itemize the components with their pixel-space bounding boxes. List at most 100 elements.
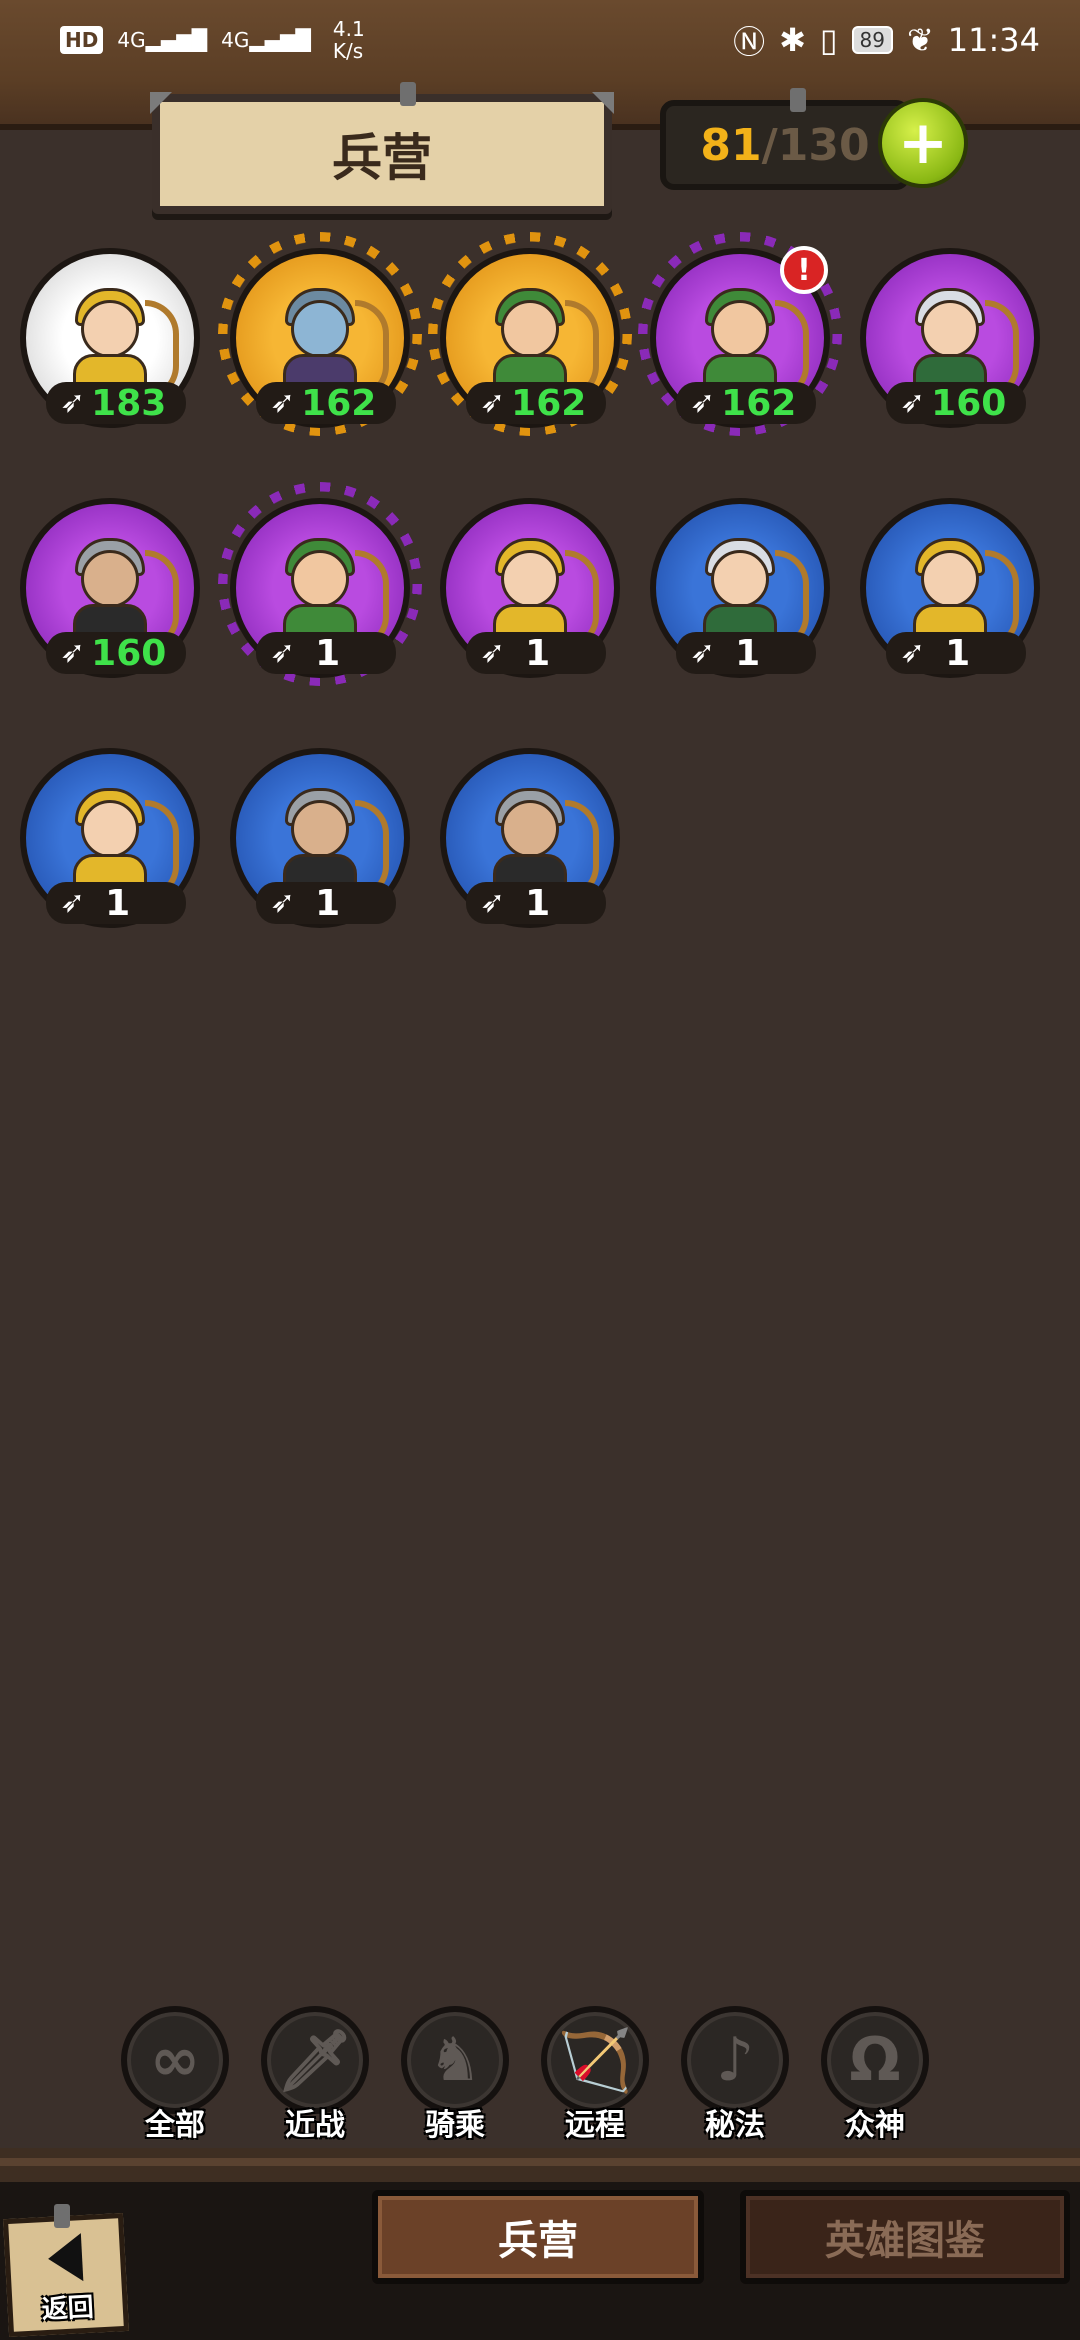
signal-label-1: 4G: [117, 28, 146, 52]
hero-card[interactable]: ➶ 162: [220, 238, 420, 438]
filter-label: 骑乘: [425, 2108, 485, 2143]
filter-label: 众神: [845, 2108, 905, 2143]
signal-label-2: 4G: [221, 28, 250, 52]
hero-count: 1: [315, 632, 341, 674]
capacity-current: 81: [700, 119, 762, 171]
signal-icon: 4G▂▄▆█: [117, 28, 208, 52]
alert-badge: !: [780, 246, 828, 294]
hero-count: 183: [91, 382, 167, 424]
bow-icon: ➶: [690, 385, 716, 420]
hero-card[interactable]: ➶ 160: [10, 488, 210, 688]
hero-count: 1: [525, 882, 551, 924]
vibrate-icon: ▯: [819, 21, 838, 59]
hero-count-tag: ➶ 1: [466, 632, 606, 674]
back-label: 返回: [41, 2292, 95, 2326]
capacity-max: 130: [777, 119, 870, 171]
hero-card[interactable]: ➶ 1: [430, 738, 630, 938]
add-capacity-button[interactable]: +: [878, 98, 968, 188]
bluetooth-icon: ✱: [779, 21, 806, 59]
bow-icon: ➶: [60, 885, 86, 920]
hero-card[interactable]: ➶ 1: [640, 488, 840, 688]
hero-count-tag: ➶ 1: [886, 632, 1026, 674]
capacity-counter: 81 / 130: [660, 100, 910, 190]
hero-count: 1: [105, 882, 131, 924]
hd-indicator: HD: [60, 26, 104, 54]
hero-count-tag: ➶ 162: [676, 382, 816, 424]
filter-label: 近战: [285, 2108, 345, 2143]
bow-icon: ➶: [480, 885, 506, 920]
hero-count-tag: ➶ 1: [466, 882, 606, 924]
back-button[interactable]: 返回: [2, 2212, 130, 2338]
page-title: 兵营: [332, 129, 432, 187]
bow-icon: ➶: [690, 635, 716, 670]
hero-card[interactable]: ➶ 1: [220, 488, 420, 688]
hero-card[interactable]: ➶ 1: [430, 488, 630, 688]
filter-1[interactable]: 🗡 近战: [260, 2006, 370, 2146]
hero-count-tag: ➶ 1: [46, 882, 186, 924]
hero-card[interactable]: ➶ 183: [10, 238, 210, 438]
status-bar: HD 4G▂▄▆█ 4G▂▄▆█ 4.1 K/s Ⓝ ✱ ▯ 89 ❦ 11:3…: [0, 0, 1080, 80]
title-plaque: 兵营: [152, 94, 612, 214]
hero-card[interactable]: ➶ 1: [850, 488, 1050, 688]
hero-count-tag: ➶ 183: [46, 382, 186, 424]
tab-hero-codex-label: 英雄图鉴: [825, 2218, 985, 2264]
filter-3[interactable]: 🏹 远程: [540, 2006, 650, 2146]
filter-4[interactable]: ♪ 秘法: [680, 2006, 790, 2146]
hero-count-tag: ➶ 162: [466, 382, 606, 424]
hero-count-tag: ➶ 1: [676, 632, 816, 674]
hero-count: 162: [511, 382, 587, 424]
hero-count-tag: ➶ 160: [886, 382, 1026, 424]
bow-icon: 🏹: [541, 2006, 649, 2114]
hero-card[interactable]: ➶ 160: [850, 238, 1050, 438]
hero-card[interactable]: ➶ 1: [220, 738, 420, 938]
bow-icon: ➶: [270, 385, 296, 420]
filter-5[interactable]: Ω 众神: [820, 2006, 930, 2146]
nail-icon: [790, 88, 806, 112]
back-arrow-icon: [46, 2233, 84, 2283]
hero-count: 162: [301, 382, 377, 424]
bow-icon: ➶: [480, 385, 506, 420]
filter-label: 全部: [145, 2108, 205, 2143]
tab-barracks[interactable]: 兵营: [372, 2190, 704, 2284]
signal-icon-2: 4G▂▄▆█: [221, 28, 311, 52]
hero-count-tag: ➶ 160: [46, 632, 186, 674]
hero-card[interactable]: ➶ 162: [430, 238, 630, 438]
status-right: Ⓝ ✱ ▯ 89 ❦ 11:34: [733, 17, 1040, 63]
tab-hero-codex[interactable]: 英雄图鉴: [740, 2190, 1070, 2284]
bow-icon: ➶: [60, 635, 86, 670]
nfc-icon: Ⓝ: [733, 23, 766, 61]
leaf-icon: ❦: [906, 21, 934, 59]
bow-icon: ➶: [270, 885, 296, 920]
hero-count: 1: [735, 632, 761, 674]
hero-count: 1: [945, 632, 971, 674]
clock: 11:34: [947, 21, 1040, 59]
bow-icon: ➶: [900, 385, 926, 420]
hero-card[interactable]: ➶ 1: [10, 738, 210, 938]
hero-count: 162: [721, 382, 797, 424]
hero-card[interactable]: ➶ 162!: [640, 238, 840, 438]
hero-count: 1: [315, 882, 341, 924]
horse-icon: ♞: [401, 2006, 509, 2114]
bow-icon: ➶: [270, 635, 296, 670]
status-left: HD 4G▂▄▆█ 4G▂▄▆█ 4.1 K/s: [60, 18, 365, 62]
filter-label: 秘法: [705, 2108, 765, 2143]
arcane-icon: ♪: [681, 2006, 789, 2114]
hero-count-tag: ➶ 1: [256, 882, 396, 924]
omega-icon: Ω: [821, 2006, 929, 2114]
filter-label: 远程: [565, 2108, 625, 2143]
bow-icon: ➶: [480, 635, 506, 670]
hero-count: 1: [525, 632, 551, 674]
network-speed: 4.1 K/s: [332, 17, 365, 63]
filter-2[interactable]: ♞ 骑乘: [400, 2006, 510, 2146]
hero-count-tag: ➶ 1: [256, 632, 396, 674]
sword-icon: 🗡: [261, 2006, 369, 2114]
battery-indicator: 89: [851, 26, 893, 54]
capacity-separator: /: [761, 119, 778, 171]
filter-0[interactable]: ∞ 全部: [120, 2006, 230, 2146]
tab-barracks-label: 兵营: [498, 2218, 578, 2264]
nail-icon: [54, 2204, 70, 2228]
infinity-icon: ∞: [121, 2006, 229, 2114]
hero-count: 160: [931, 382, 1007, 424]
hero-count-tag: ➶ 162: [256, 382, 396, 424]
plus-icon: +: [897, 108, 949, 178]
